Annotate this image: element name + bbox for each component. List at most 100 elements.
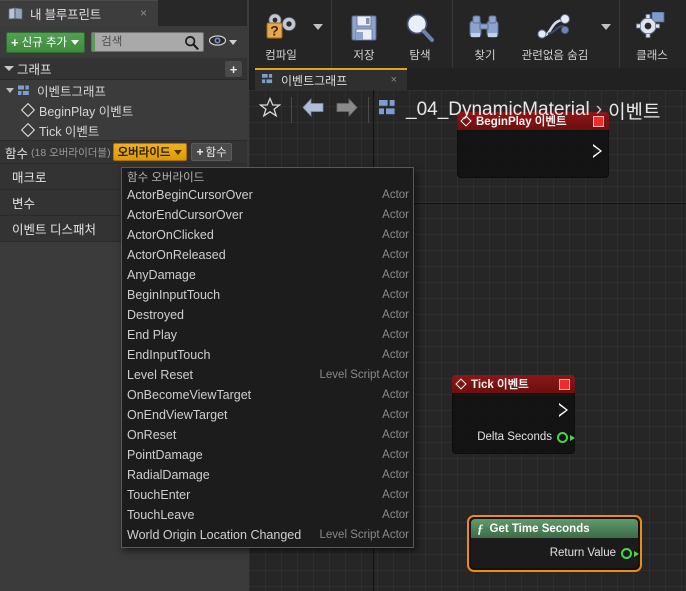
menu-item[interactable]: OnEndViewTarget Actor — [122, 405, 413, 425]
menu-item[interactable]: ActorOnReleased Actor — [122, 245, 413, 265]
visibility-filter-button[interactable] — [209, 33, 238, 51]
toolbar-save-button[interactable]: 저장 — [336, 2, 392, 66]
chevron-down-icon — [229, 39, 238, 45]
forward-arrow-icon[interactable] — [336, 97, 358, 122]
data-output-pin[interactable] — [557, 431, 575, 443]
chevron-down-icon — [313, 24, 323, 30]
menu-item-name: AnyDamage — [127, 268, 196, 282]
favorite-star-icon[interactable] — [258, 96, 282, 123]
menu-item[interactable]: ActorOnClicked Actor — [122, 225, 413, 245]
function-override-menu[interactable]: 함수 오버라이드 ActorBeginCursorOver Actor ActorE… — [121, 167, 414, 548]
menu-item-category: Level Script Actor — [319, 529, 409, 541]
add-new-button[interactable]: + 신규 추가 — [6, 31, 86, 53]
hide-unrelated-icon — [534, 10, 576, 46]
close-icon[interactable]: × — [140, 7, 147, 19]
back-arrow-icon[interactable] — [302, 97, 324, 122]
pin-label: Delta Seconds — [477, 431, 552, 443]
add-graph-button[interactable]: + — [225, 61, 242, 77]
menu-item-name: End Play — [127, 328, 178, 342]
tree-item-tick-event[interactable]: Tick 이벤트 — [0, 120, 247, 140]
tab-my-blueprint[interactable]: 내 블루프린트 × — [0, 0, 158, 26]
event-diamond-icon — [455, 378, 467, 390]
menu-item-name: ActorOnClicked — [127, 228, 214, 242]
node-title: Get Time Seconds — [489, 522, 590, 535]
toolbar-browse-button[interactable]: 탐색 — [392, 2, 448, 66]
tab-my-blueprint-label: 내 블루프린트 — [30, 8, 102, 22]
close-icon[interactable]: × — [391, 74, 397, 86]
menu-item[interactable]: BeginInputTouch Actor — [122, 285, 413, 305]
chevron-down-icon — [71, 39, 80, 45]
divider — [291, 97, 292, 123]
graph-section-title: 그래프 — [17, 63, 52, 77]
toolbar-group-file: 저장 탐색 — [332, 0, 453, 68]
event-diamond-icon — [20, 102, 36, 118]
tree-item-beginplay-event[interactable]: BeginPlay 이벤트 — [0, 100, 247, 120]
menu-item[interactable]: EndInputTouch Actor — [122, 345, 413, 365]
menu-item[interactable]: RadialDamage Actor — [122, 465, 413, 485]
exec-output-pin[interactable] — [593, 144, 602, 158]
pin-row-delta-seconds[interactable]: Delta Seconds — [453, 426, 575, 448]
functions-section-header: 함수 (18 오버라이더블) 오버라이드 + 함수 — [0, 140, 247, 164]
chevron-down-icon — [174, 149, 183, 155]
pin-row[interactable] — [458, 130, 608, 172]
app-window: 내 블루프린트 × + 신규 추가 검색 그래프 + 이벤트그래프 BeginP… — [0, 0, 686, 591]
chevron-down-icon — [601, 24, 611, 30]
menu-item[interactable]: Destroyed Actor — [122, 305, 413, 325]
class-settings-icon — [635, 10, 669, 46]
menu-item[interactable]: OnBecomeViewTarget Actor — [122, 385, 413, 405]
menu-item[interactable]: TouchLeave Actor — [122, 505, 413, 525]
menu-item[interactable]: World Origin Location Changed Level Scrip… — [122, 525, 413, 545]
menu-item[interactable]: ActorBeginCursorOver Actor — [122, 185, 413, 205]
add-function-button[interactable]: + 함수 — [191, 143, 232, 161]
blueprint-toolbar: ? 컴파일 저장 탐색 찾기 관련없음 숨김 클래스 — [249, 0, 686, 68]
toolbar-find-button[interactable]: 찾기 — [457, 2, 513, 66]
menu-item[interactable]: TouchEnter Actor — [122, 485, 413, 505]
tab-event-graph[interactable]: 이벤트그래프 × — [255, 68, 407, 90]
menu-item[interactable]: End Play Actor — [122, 325, 413, 345]
save-icon — [348, 10, 380, 46]
graph-section-header[interactable]: 그래프 + — [0, 58, 247, 80]
node-tick-event[interactable]: Tick 이벤트 Delta Seconds — [452, 375, 575, 454]
menu-item-category: Actor — [382, 309, 409, 321]
pin-row-exec[interactable] — [453, 399, 574, 421]
pin-row-return-value[interactable]: Return Value — [471, 538, 639, 568]
menu-item-name: OnReset — [127, 428, 177, 442]
search-box[interactable] — [91, 32, 205, 52]
tree-item-label: Tick 이벤트 — [39, 124, 100, 139]
menu-item[interactable]: Level Reset Level Script Actor — [122, 365, 413, 385]
toolbar-find-label: 찾기 — [474, 50, 496, 62]
eye-icon — [209, 33, 227, 51]
toolbar-hide-unrelated-dropdown[interactable] — [597, 2, 615, 66]
tree-item-event-graph[interactable]: 이벤트그래프 — [0, 80, 247, 100]
toolbar-browse-label: 탐색 — [409, 50, 431, 62]
override-dropdown-button[interactable]: 오버라이드 — [112, 143, 188, 161]
functions-count: (18 오버라이더블) — [31, 146, 111, 159]
search-input[interactable] — [92, 33, 183, 51]
menu-item-category: Actor — [382, 189, 409, 201]
exec-output-pin[interactable] — [559, 403, 568, 417]
menu-item[interactable]: AnyDamage Actor — [122, 265, 413, 285]
override-dropdown-label: 오버라이드 — [117, 147, 171, 159]
node-get-time-seconds[interactable]: ƒ Get Time Seconds Return Value — [467, 515, 642, 572]
toolbar-class-settings-label: 클래스 — [636, 50, 668, 62]
menu-item-name: Level Reset — [127, 368, 194, 382]
menu-item-category: Actor — [382, 269, 409, 281]
data-output-pin[interactable] — [621, 547, 639, 559]
menu-item[interactable]: OnReset Actor — [122, 425, 413, 445]
node-header: ƒ Get Time Seconds — [471, 519, 638, 538]
expander-triangle-icon[interactable] — [4, 66, 14, 71]
toolbar-hide-unrelated-button[interactable]: 관련없음 숨김 — [513, 2, 597, 66]
breadcrumb-blueprint-name[interactable]: _04_DynamicMaterial — [406, 99, 590, 121]
toolbar-group-class: 클래스 — [620, 0, 684, 68]
graph-icon — [18, 85, 32, 96]
toolbar-group-debug: 찾기 관련없음 숨김 — [453, 0, 620, 68]
toolbar-compile-button[interactable]: ? 컴파일 — [253, 2, 309, 66]
toolbar-class-settings-button[interactable]: 클래스 — [624, 2, 680, 66]
expander-triangle-icon[interactable] — [6, 87, 14, 93]
menu-item-name: BeginInputTouch — [127, 288, 221, 302]
divider — [368, 97, 369, 123]
section-variables-label: 변수 — [12, 197, 36, 211]
menu-item[interactable]: PointDamage Actor — [122, 445, 413, 465]
toolbar-compile-dropdown[interactable] — [309, 2, 327, 66]
menu-item[interactable]: ActorEndCursorOver Actor — [122, 205, 413, 225]
